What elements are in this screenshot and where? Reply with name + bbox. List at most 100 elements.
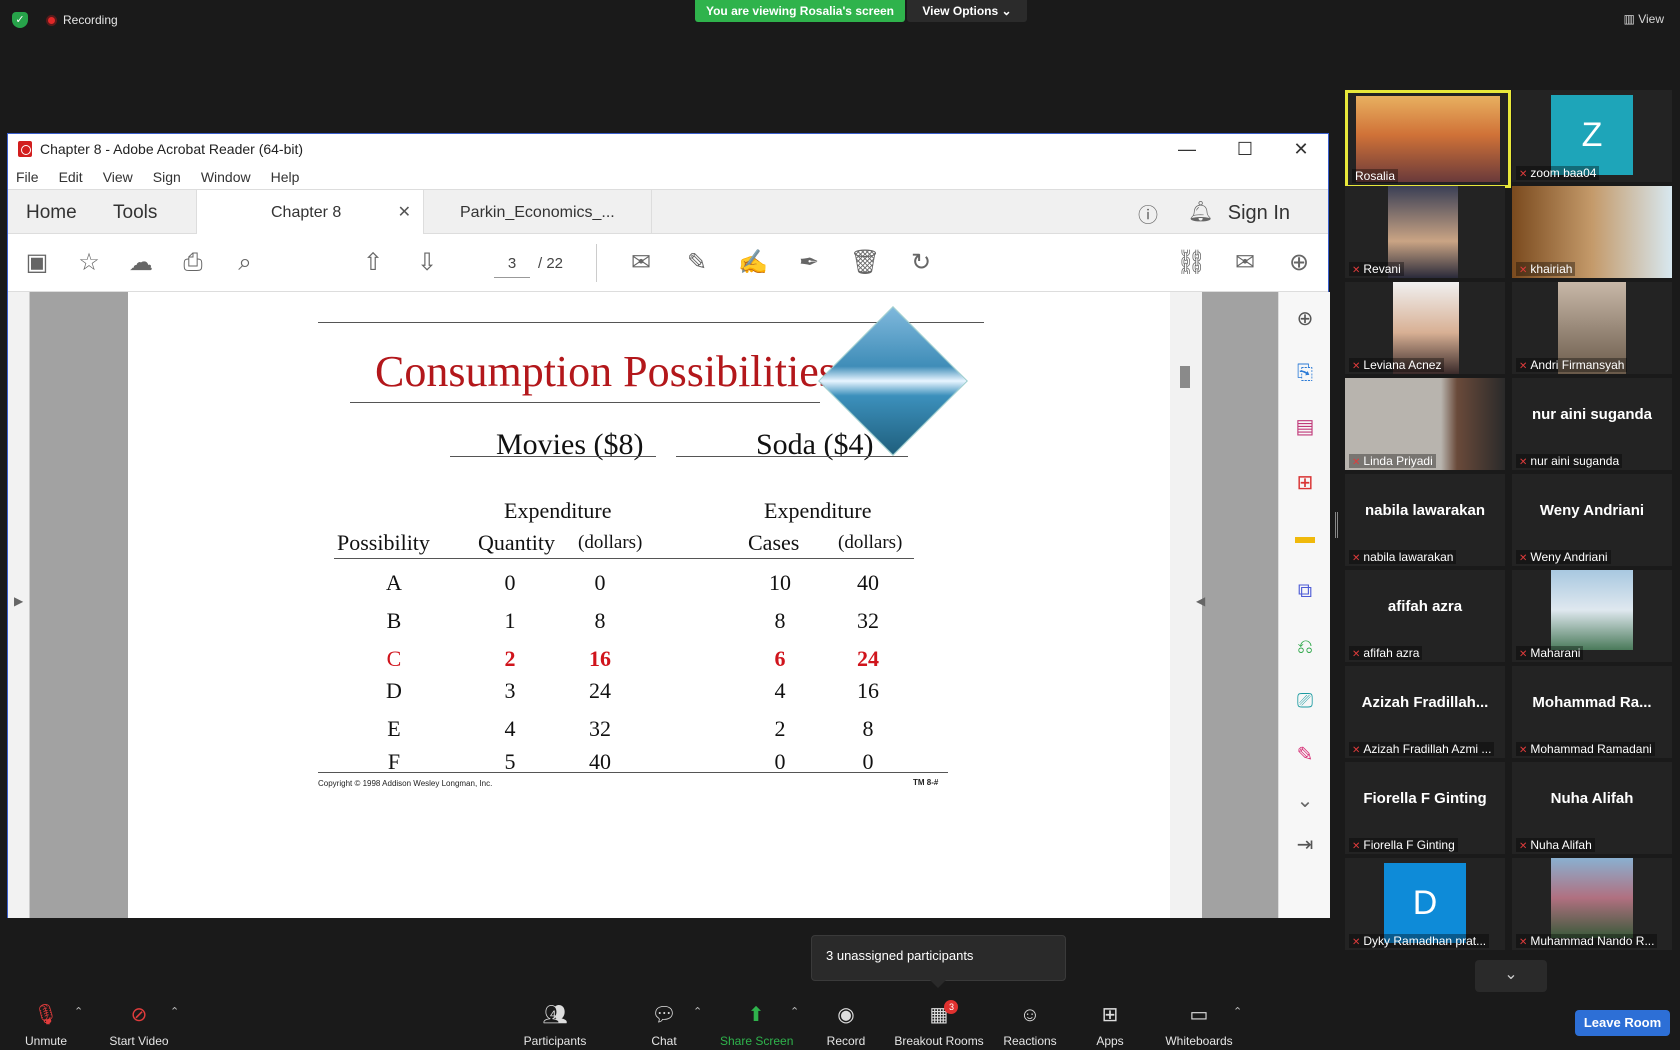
comment-icon[interactable]: ✉ <box>626 248 656 278</box>
share-user-icon[interactable]: ⊕ <box>1284 248 1314 278</box>
apps-button[interactable]: ⊞ Apps <box>1094 1003 1126 1048</box>
muted-mic-icon: ✕ <box>1352 841 1361 852</box>
unmute-button[interactable]: 🎙︎ Unmute <box>20 1003 72 1048</box>
organize-pages-icon[interactable]: ▤ <box>1292 414 1318 440</box>
tab-parkin-economics[interactable]: Parkin_Economics_... <box>424 190 652 235</box>
left-panel-toggle[interactable]: ▶ <box>8 292 30 918</box>
export-pdf-icon[interactable]: ⎘ <box>1292 360 1318 386</box>
col-soda-expenditure: Expenditure <box>764 498 872 523</box>
participant-tile[interactable]: Mohammad Ra... ✕ Mohammad Ramadani <box>1512 666 1672 758</box>
participant-tile[interactable]: D ✕ Dyky Ramadhan prat... <box>1345 858 1505 950</box>
share-options-chevron-icon[interactable]: ⌃ <box>790 1005 799 1018</box>
view-options-button[interactable]: View Options ⌄ <box>907 0 1027 22</box>
participant-tile[interactable]: nur aini suganda ✕ nur aini suganda <box>1512 378 1672 470</box>
start-video-button[interactable]: ⊘ Start Video <box>104 1003 174 1048</box>
draw-icon[interactable]: ✍ <box>738 248 768 278</box>
collapse-panel-icon[interactable]: ⇥ <box>1292 832 1318 858</box>
whiteboard-options-chevron-icon[interactable]: ⌃ <box>1233 1005 1242 1018</box>
gallery-next-page-button[interactable]: ⌄ <box>1475 960 1547 992</box>
participant-tile[interactable]: ✕ Muhammad Nando R... <box>1512 858 1672 950</box>
participant-tile[interactable]: ✕ Andri Firmansyah <box>1512 282 1672 374</box>
participant-tile[interactable]: Fiorella F Ginting ✕ Fiorella F Ginting <box>1345 762 1505 854</box>
menu-view[interactable]: View <box>103 169 133 185</box>
close-window-button[interactable]: ✕ <box>1272 134 1330 164</box>
video-options-chevron-icon[interactable]: ⌃ <box>170 1005 179 1018</box>
cloud-upload-icon[interactable]: ☁ <box>126 248 156 278</box>
collapse-right-icon[interactable]: ◀ <box>1196 594 1205 608</box>
chat-label: Chat <box>651 1034 677 1048</box>
sign-in-button[interactable]: Sign In <box>1228 202 1290 225</box>
compress-icon[interactable]: ⎌ <box>1292 634 1318 660</box>
participant-tile[interactable]: ✕ khairiah <box>1512 186 1672 278</box>
audio-options-chevron-icon[interactable]: ⌃ <box>74 1005 83 1018</box>
delete-icon[interactable]: 🗑︎ <box>850 248 880 278</box>
tab-tools[interactable]: Tools <box>113 202 157 224</box>
record-icon: ◉ <box>837 1004 855 1026</box>
menu-help[interactable]: Help <box>271 169 300 185</box>
scrollbar-thumb[interactable] <box>1180 366 1190 388</box>
participant-name: ✕ Weny Andriani <box>1516 550 1611 564</box>
participant-tile[interactable]: Azizah Fradillah... ✕ Azizah Fradillah Az… <box>1345 666 1505 758</box>
page-down-icon[interactable]: ⇩ <box>412 248 442 278</box>
shield-icon[interactable]: ✓ <box>12 12 28 28</box>
participants-button[interactable]: 👥︎ 40 Participants <box>520 1003 590 1048</box>
view-button[interactable]: ▥ View <box>1624 12 1664 26</box>
bell-icon[interactable]: 🔔︎ <box>1188 199 1213 224</box>
star-icon[interactable]: ☆ <box>74 248 104 278</box>
participant-tile[interactable]: Weny Andriani ✕ Weny Andriani <box>1512 474 1672 566</box>
participant-name: ✕ Leviana Acnez <box>1349 358 1445 372</box>
participant-tile-zoom[interactable]: Z ✕ zoom baa04 <box>1512 90 1672 182</box>
search-icon[interactable]: ⌕ <box>230 248 260 278</box>
scan-icon[interactable]: ⎚ <box>1292 688 1318 714</box>
email-icon[interactable]: ✉ <box>1230 248 1260 278</box>
help-icon[interactable]: ⓘ <box>1138 199 1158 228</box>
fill-sign-icon[interactable]: ✎ <box>1292 742 1318 768</box>
maximize-button[interactable]: ☐ <box>1216 134 1274 164</box>
menu-edit[interactable]: Edit <box>59 169 83 185</box>
chat-button[interactable]: 💬︎ Chat <box>646 1003 682 1048</box>
participant-name: ✕ Fiorella F Ginting <box>1349 838 1458 852</box>
breakout-rooms-button[interactable]: ▦ 3 Breakout Rooms <box>893 1000 985 1048</box>
tab-home[interactable]: Home <box>26 202 77 224</box>
participant-tile-rosalia[interactable]: Rosalia <box>1345 90 1511 188</box>
combine-files-icon[interactable]: ⧉ <box>1292 578 1318 604</box>
menu-window[interactable]: Window <box>201 169 251 185</box>
breakout-rooms-label: Breakout Rooms <box>894 1034 984 1048</box>
tab-chapter-8[interactable]: Chapter 8 ✕ <box>196 190 424 235</box>
close-tab-icon[interactable]: ✕ <box>398 202 411 222</box>
leave-room-button[interactable]: Leave Room <box>1575 1010 1670 1036</box>
chat-options-chevron-icon[interactable]: ⌃ <box>693 1005 702 1018</box>
menu-file[interactable]: File <box>16 169 39 185</box>
rule-soda <box>676 456 908 457</box>
participant-tile[interactable]: nabila lawarakan ✕ nabila lawarakan <box>1345 474 1505 566</box>
page-up-icon[interactable]: ⇧ <box>358 248 388 278</box>
participant-tile[interactable]: afifah azra ✕ afifah azra <box>1345 570 1505 662</box>
save-icon[interactable]: ▣ <box>22 248 52 278</box>
rotate-icon[interactable]: ↻ <box>906 248 936 278</box>
view-label: View <box>1638 12 1664 26</box>
participant-name: ✕ Dyky Ramadhan prat... <box>1349 934 1490 948</box>
sign-icon[interactable]: ✒ <box>794 248 824 278</box>
link-icon[interactable]: ⛓ <box>1176 248 1206 278</box>
gallery-resize-handle[interactable] <box>1335 512 1338 538</box>
more-tools-chevron-icon[interactable]: ⌄ <box>1292 788 1318 814</box>
share-screen-button[interactable]: ⬆ Share Screen <box>720 1003 793 1048</box>
page-number-input[interactable]: 3 <box>494 250 530 278</box>
minimize-button[interactable]: — <box>1158 134 1216 164</box>
whiteboards-button[interactable]: ▭ Whiteboards <box>1164 1003 1234 1048</box>
muted-mic-icon: ✕ <box>1352 265 1361 276</box>
record-button[interactable]: ◉ Record <box>825 1003 867 1048</box>
menu-sign[interactable]: Sign <box>153 169 181 185</box>
toolbar-divider <box>596 244 597 282</box>
highlight-pen-icon[interactable]: ✎ <box>682 248 712 278</box>
participant-tile[interactable]: ✕ Revani <box>1345 186 1505 278</box>
comment-panel-icon[interactable]: ▬ <box>1292 524 1318 550</box>
participant-tile[interactable]: ✕ Leviana Acnez <box>1345 282 1505 374</box>
participant-tile[interactable]: ✕ Linda Priyadi <box>1345 378 1505 470</box>
participant-tile[interactable]: Nuha Alifah ✕ Nuha Alifah <box>1512 762 1672 854</box>
participant-tile[interactable]: ✕ Maharani <box>1512 570 1672 662</box>
create-pdf-icon[interactable]: ⊞ <box>1292 470 1318 496</box>
reactions-button[interactable]: ☺ Reactions <box>1001 1003 1059 1048</box>
zoom-icon[interactable]: ⊕ <box>1292 306 1318 332</box>
print-icon[interactable]: ⎙ <box>178 248 208 278</box>
